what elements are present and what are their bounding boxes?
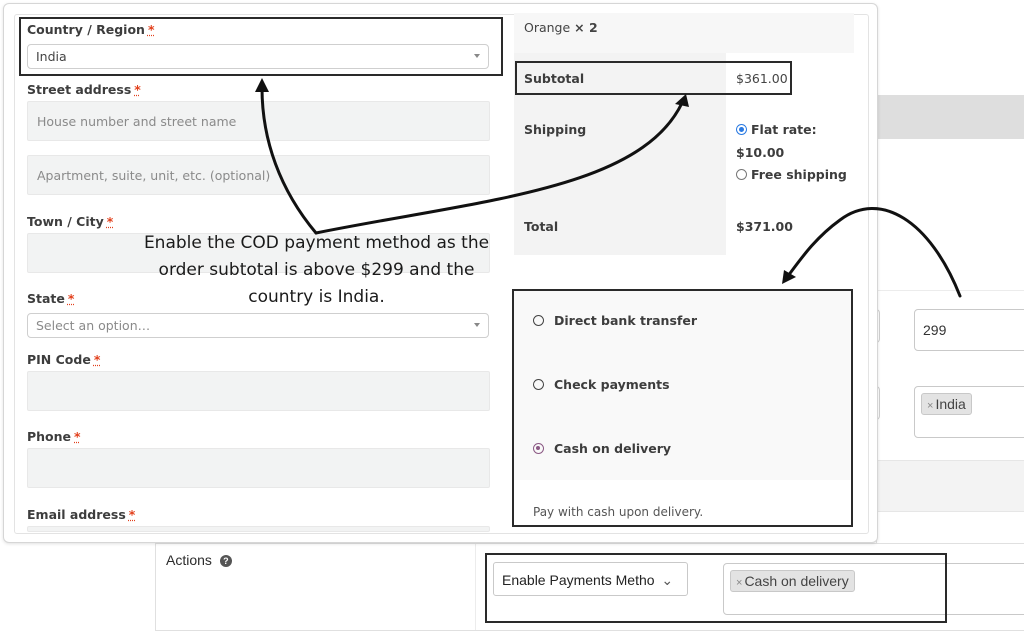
flat-rate-price: $10.00 [736, 145, 785, 160]
email-label: Email address * [27, 507, 136, 522]
radio-selected-icon[interactable] [533, 443, 544, 454]
country-chip-label: India [935, 396, 966, 412]
actions-label: Actions? [166, 552, 232, 568]
city-label: Town / City * [27, 214, 114, 229]
phone-label: Phone * [27, 429, 81, 444]
total-label: Total [524, 219, 559, 234]
actions-label-text: Actions [166, 552, 212, 568]
subtotal-label: Subtotal [524, 71, 585, 86]
street-label: Street address * [27, 82, 141, 97]
state-select[interactable]: Select an option… [27, 313, 489, 338]
shipping-option-free[interactable]: Free shipping [736, 167, 847, 182]
state-label: State * [27, 291, 75, 306]
payment-method-chip-label: Cash on delivery [744, 573, 849, 589]
shipping-label: Shipping [524, 122, 587, 137]
caret-down-icon [474, 323, 480, 327]
country-label: Country / Region * [27, 22, 155, 37]
order-item: Orange × 2 [524, 20, 598, 35]
country-chip[interactable]: × India [921, 393, 972, 415]
chevron-down-icon: ⌄ [661, 572, 674, 588]
country-select[interactable]: India [27, 44, 489, 69]
remove-chip-icon[interactable]: × [927, 400, 933, 412]
state-placeholder: Select an option… [36, 318, 151, 333]
help-icon[interactable]: ? [219, 555, 232, 567]
divider [876, 290, 1024, 291]
total-value: $371.00 [736, 219, 793, 234]
remove-chip-icon[interactable]: × [736, 577, 742, 589]
subtotal-threshold-value: 299 [923, 322, 947, 338]
item-qty: × 2 [574, 20, 598, 35]
item-name: Orange [524, 20, 571, 35]
radio-icon[interactable] [533, 379, 544, 390]
street-address-input[interactable]: House number and street name [27, 101, 490, 141]
rules-panel-header [876, 95, 1024, 139]
payment-option-check[interactable]: Check payments [533, 377, 670, 392]
country-value: India [36, 49, 67, 64]
radio-selected-icon[interactable] [736, 124, 747, 135]
annotation-text: Enable the COD payment method as the ord… [143, 233, 490, 307]
street-placeholder: House number and street name [37, 114, 237, 129]
payment-description-band [513, 480, 852, 526]
caret-down-icon [474, 54, 480, 58]
payment-method-input[interactable]: × Cash on delivery [723, 563, 1024, 615]
payment-option-cod[interactable]: Cash on delivery [533, 441, 671, 456]
apartment-placeholder: Apartment, suite, unit, etc. (optional) [37, 168, 271, 183]
rules-section-band [876, 460, 1024, 512]
action-type-select[interactable]: Enable Payments Metho ⌄ [493, 562, 688, 596]
email-input[interactable] [27, 526, 490, 532]
subtotal-value: $361.00 [736, 71, 788, 86]
pin-label: PIN Code * [27, 352, 101, 367]
phone-input[interactable] [27, 448, 490, 488]
payment-option-bank[interactable]: Direct bank transfer [533, 313, 697, 328]
radio-icon[interactable] [736, 169, 747, 180]
payment-description: Pay with cash upon delivery. [533, 505, 704, 519]
action-type-value: Enable Payments Metho [502, 572, 655, 588]
radio-icon[interactable] [533, 315, 544, 326]
apartment-input[interactable]: Apartment, suite, unit, etc. (optional) [27, 155, 490, 195]
payment-method-chip[interactable]: × Cash on delivery [730, 570, 855, 592]
actions-label-cell: Actions? [156, 544, 476, 630]
shipping-option-flat[interactable]: Flat rate: [736, 122, 817, 137]
pin-input[interactable] [27, 371, 490, 411]
country-condition-input[interactable]: × India [914, 386, 1024, 438]
subtotal-threshold-input[interactable]: 299 [914, 309, 1024, 351]
